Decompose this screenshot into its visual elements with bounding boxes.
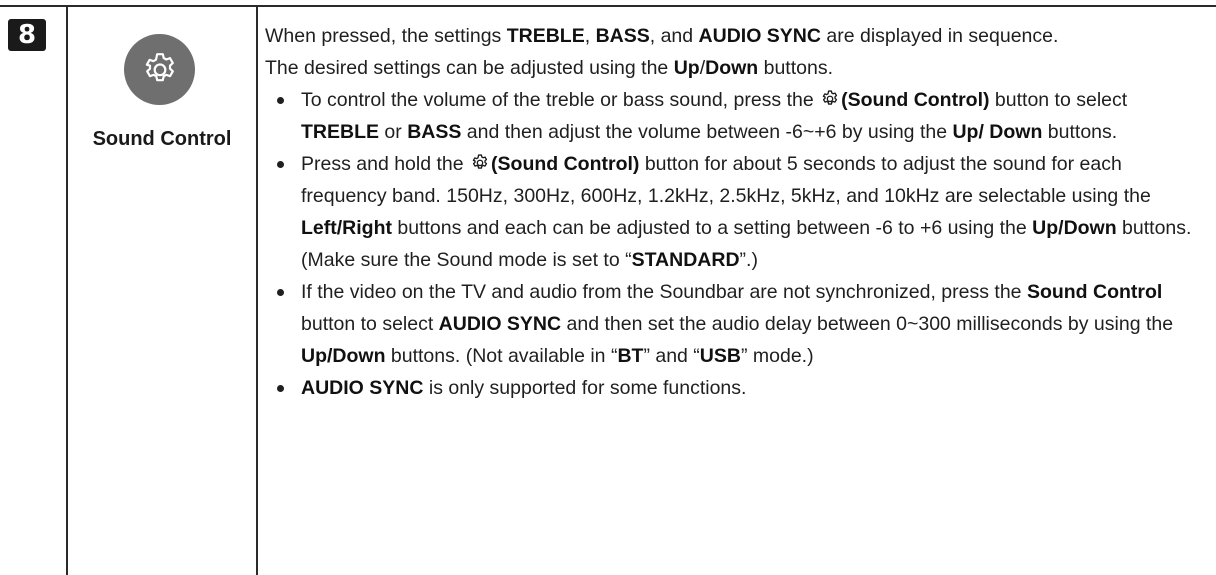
list-item: If the video on the TV and audio from th…: [265, 276, 1205, 372]
keyword: AUDIO SYNC: [698, 25, 821, 47]
keyword: (Sound Control): [491, 153, 640, 175]
gear-icon: [472, 154, 488, 169]
text: , and: [649, 25, 699, 47]
text: and then adjust the volume between -6~+6…: [461, 121, 953, 143]
text: If the video on the TV and audio from th…: [301, 281, 1027, 303]
description-cell: When pressed, the settings TREBLE, BASS,…: [265, 20, 1205, 404]
manual-table-row: 8 Sound Control When pressed, the settin…: [0, 0, 1216, 575]
instruction-list: To control the volume of the treble or b…: [265, 84, 1205, 404]
table-top-border: [0, 5, 1216, 7]
keyword: (Sound Control): [841, 89, 990, 111]
keyword: BT: [617, 345, 644, 367]
keyword: Left/Right: [301, 217, 392, 239]
text: ”.): [739, 249, 758, 271]
text: To control the volume of the treble or b…: [301, 89, 820, 111]
sound-control-button-illustration: [124, 34, 195, 105]
keyword: Up/Down: [1032, 217, 1117, 239]
text: and then set the audio delay between 0~3…: [561, 313, 1174, 335]
row-number-badge: 8: [8, 19, 46, 51]
keyword: STANDARD: [631, 249, 740, 271]
text: buttons.: [1042, 121, 1118, 143]
intro-line-1: When pressed, the settings TREBLE, BASS,…: [265, 20, 1205, 52]
text: ” mode.): [740, 345, 814, 367]
keyword: TREBLE: [301, 121, 379, 143]
intro-line-2: The desired settings can be adjusted usi…: [265, 52, 1205, 84]
text: buttons. (Not available in “: [385, 345, 618, 367]
text: button to select: [989, 89, 1128, 111]
list-item: Press and hold the (Sound Control) butto…: [265, 148, 1205, 276]
button-name-label: Sound Control: [92, 128, 232, 150]
keyword: AUDIO SYNC: [301, 377, 424, 399]
text: or: [379, 121, 408, 143]
keyword: BASS: [407, 121, 462, 143]
keyword: Sound Control: [1026, 281, 1163, 303]
keyword: Up: [673, 57, 700, 79]
list-item: AUDIO SYNC is only supported for some fu…: [265, 372, 1205, 404]
text: button to select: [301, 313, 439, 335]
text: The desired settings can be adjusted usi…: [265, 57, 674, 79]
keyword: BASS: [595, 25, 650, 47]
text: are displayed in sequence.: [820, 25, 1059, 47]
column-divider-2: [256, 7, 258, 575]
keyword: USB: [699, 345, 741, 367]
text: buttons and each can be adjusted to a se…: [391, 217, 1033, 239]
keyword: Up/ Down: [952, 121, 1043, 143]
gear-icon: [145, 52, 174, 81]
keyword: Down: [705, 57, 759, 79]
text: When pressed, the settings: [265, 25, 507, 47]
text: ,: [584, 25, 596, 47]
list-item: To control the volume of the treble or b…: [265, 84, 1205, 148]
text: Press and hold the: [301, 153, 470, 175]
gear-icon: [822, 90, 838, 105]
text: ” and “: [643, 345, 700, 367]
keyword: AUDIO SYNC: [438, 313, 562, 335]
column-divider-1: [66, 7, 68, 575]
text: buttons.: [758, 57, 833, 79]
keyword: TREBLE: [506, 25, 585, 47]
keyword: Up/Down: [301, 345, 386, 367]
text: is only supported for some functions.: [423, 377, 747, 399]
